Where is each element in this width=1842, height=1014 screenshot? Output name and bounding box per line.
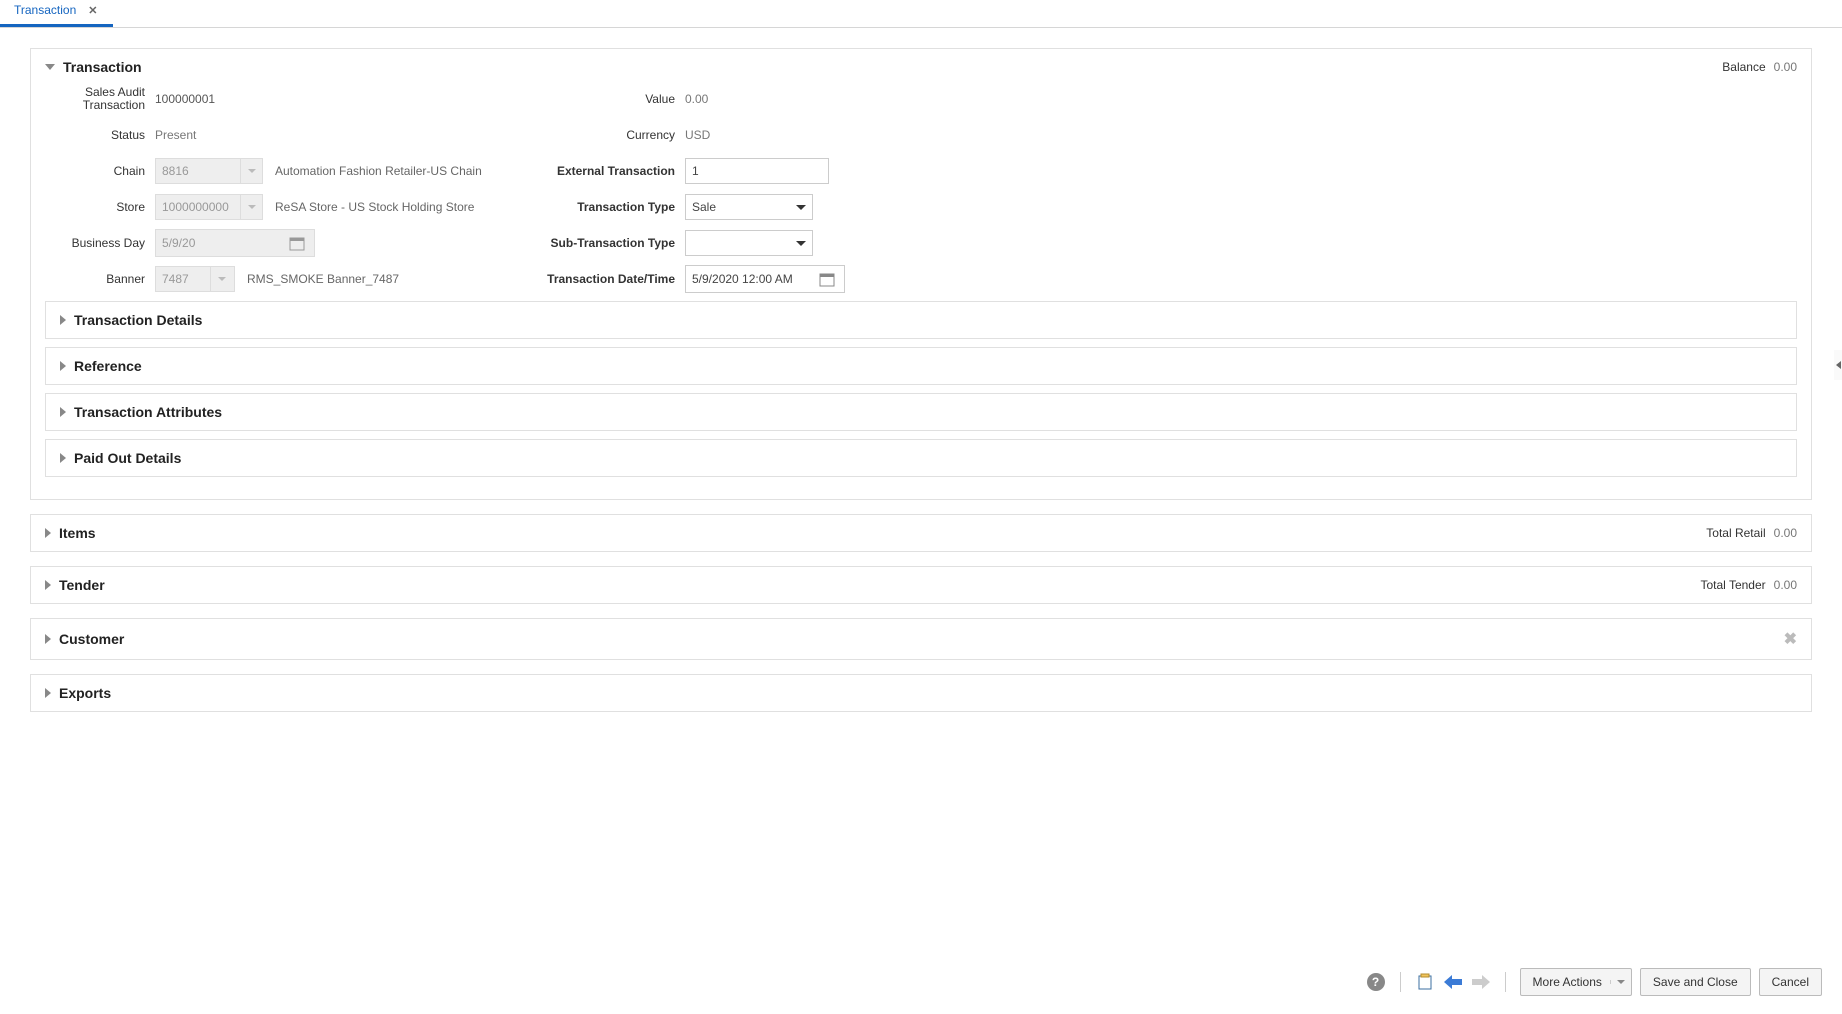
chevron-right-icon (45, 688, 51, 698)
close-icon[interactable]: ✖ (1784, 629, 1797, 649)
arrow-right-icon (1472, 975, 1490, 989)
balance-display: Balance 0.00 (1722, 60, 1797, 74)
transaction-type-select[interactable]: Sale (685, 194, 813, 220)
balance-label: Balance (1722, 60, 1765, 74)
panel-transaction-details: Transaction Details (45, 301, 1797, 339)
banner-desc: RMS_SMOKE Banner_7487 (247, 272, 399, 286)
sub-transaction-type-select[interactable] (685, 230, 813, 256)
tender-total: Total Tender 0.00 (1700, 578, 1797, 592)
panel-transaction-header[interactable]: Transaction (45, 59, 142, 75)
chevron-down-icon (240, 159, 262, 183)
business-day-text[interactable] (156, 230, 286, 256)
label-business-day: Business Day (55, 236, 155, 250)
label-value: Value (535, 92, 685, 106)
chevron-right-icon (60, 453, 66, 463)
label-ext-txn: External Transaction (535, 164, 685, 178)
panel-transaction-attributes: Transaction Attributes (45, 393, 1797, 431)
chevron-down-icon (210, 267, 232, 291)
label-store: Store (55, 200, 155, 214)
tab-transaction[interactable]: Transaction ✕ (0, 0, 113, 27)
business-day-input[interactable] (155, 229, 315, 257)
value-sales-audit: 100000001 (155, 92, 215, 106)
store-desc: ReSA Store - US Stock Holding Store (275, 200, 474, 214)
panel-paid-out-details-header[interactable]: Paid Out Details (46, 440, 1796, 476)
items-total: Total Retail 0.00 (1706, 526, 1797, 540)
panel-transaction: Transaction Balance 0.00 Sales AuditTran… (30, 48, 1812, 500)
notes-button[interactable] (1415, 972, 1435, 992)
external-transaction-input[interactable] (685, 158, 829, 184)
chevron-down-icon (796, 241, 806, 246)
panel-items: Items Total Retail 0.00 (30, 514, 1812, 552)
label-status: Status (55, 128, 155, 142)
panel-title: Transaction (63, 59, 142, 75)
panel-exports-header[interactable]: Exports (31, 675, 1811, 711)
panel-paid-out-details: Paid Out Details (45, 439, 1797, 477)
content-area: Transaction Balance 0.00 Sales AuditTran… (0, 28, 1842, 748)
balance-value: 0.00 (1774, 60, 1797, 74)
footer-bar: ? More Actions Save and Close Cancel (0, 748, 1842, 1014)
next-button[interactable] (1471, 972, 1491, 992)
store-value: 1000000000 (156, 200, 240, 214)
more-actions-label: More Actions (1533, 975, 1602, 989)
help-button[interactable]: ? (1366, 972, 1386, 992)
close-icon[interactable]: ✕ (86, 4, 99, 17)
arrow-left-icon (1444, 975, 1462, 989)
banner-value: 7487 (156, 272, 210, 286)
chevron-right-icon (60, 315, 66, 325)
banner-dropdown[interactable]: 7487 (155, 266, 235, 292)
label-banner: Banner (55, 272, 155, 286)
chain-desc: Automation Fashion Retailer-US Chain (275, 164, 482, 178)
tab-bar: Transaction ✕ (0, 0, 1842, 28)
chevron-down-icon (240, 195, 262, 219)
transaction-datetime-input[interactable] (685, 265, 845, 293)
label-currency: Currency (535, 128, 685, 142)
txn-type-value: Sale (692, 200, 716, 214)
prev-button[interactable] (1443, 972, 1463, 992)
value-currency: USD (685, 128, 710, 142)
chevron-down-icon (796, 205, 806, 210)
calendar-icon[interactable] (816, 271, 838, 287)
calendar-icon[interactable] (286, 235, 308, 251)
chevron-right-icon (60, 361, 66, 371)
panel-reference: Reference (45, 347, 1797, 385)
side-collapse-handle[interactable] (1834, 350, 1842, 380)
save-and-close-button[interactable]: Save and Close (1640, 968, 1751, 996)
label-txn-type: Transaction Type (535, 200, 685, 214)
chain-dropdown[interactable]: 8816 (155, 158, 263, 184)
chevron-down-icon (45, 64, 55, 70)
chevron-right-icon (45, 634, 51, 644)
help-icon: ? (1367, 973, 1385, 991)
label-sales-audit: Sales AuditTransaction (55, 86, 155, 112)
chevron-right-icon (45, 580, 51, 590)
label-sub-txn-type: Sub-Transaction Type (535, 236, 685, 250)
chevron-right-icon (45, 528, 51, 538)
label-txn-datetime: Transaction Date/Time (535, 272, 685, 286)
panel-exports: Exports (30, 674, 1812, 712)
panel-customer-header[interactable]: Customer ✖ (31, 619, 1811, 659)
value-value: 0.00 (685, 92, 708, 106)
panel-transaction-attributes-header[interactable]: Transaction Attributes (46, 394, 1796, 430)
panel-reference-header[interactable]: Reference (46, 348, 1796, 384)
clipboard-icon (1416, 973, 1434, 991)
chevron-left-icon (1836, 361, 1841, 369)
cancel-button[interactable]: Cancel (1759, 968, 1822, 996)
chevron-right-icon (60, 407, 66, 417)
value-status: Present (155, 128, 196, 142)
panel-items-header[interactable]: Items Total Retail 0.00 (31, 515, 1811, 551)
panel-tender-header[interactable]: Tender Total Tender 0.00 (31, 567, 1811, 603)
more-actions-button[interactable]: More Actions (1520, 968, 1632, 996)
txn-datetime-text[interactable] (686, 266, 816, 292)
chevron-down-icon (1617, 980, 1625, 984)
panel-transaction-details-header[interactable]: Transaction Details (46, 302, 1796, 338)
store-dropdown[interactable]: 1000000000 (155, 194, 263, 220)
tab-label: Transaction (14, 3, 76, 17)
panel-tender: Tender Total Tender 0.00 (30, 566, 1812, 604)
label-chain: Chain (55, 164, 155, 178)
chain-value: 8816 (156, 164, 240, 178)
panel-customer: Customer ✖ (30, 618, 1812, 660)
